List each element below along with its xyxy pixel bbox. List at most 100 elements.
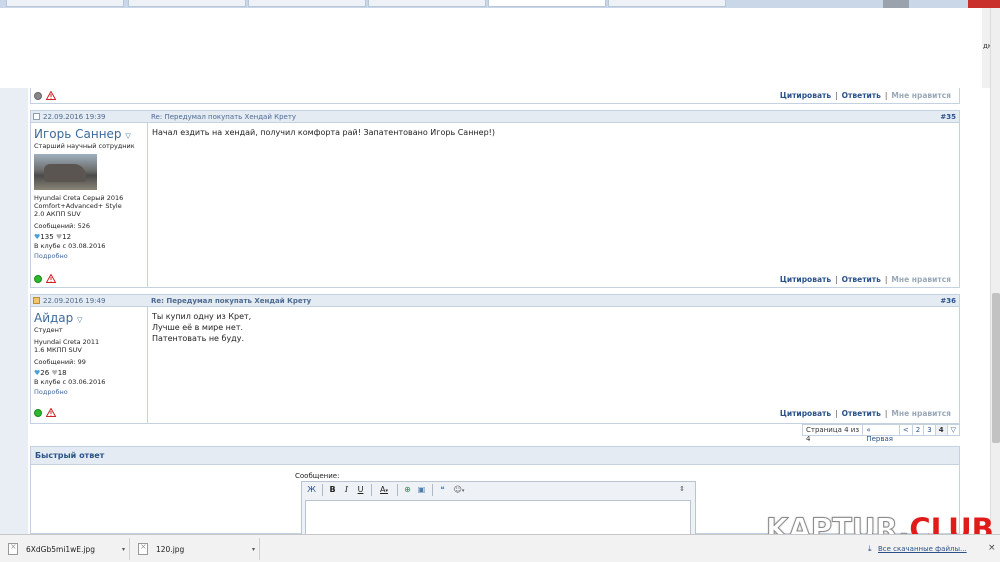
post-header: 22.09.2016 19:49 Re: Передумал покупать … xyxy=(31,295,959,307)
download-item[interactable]: 6XdGb5mi1wE.jpg ▾ xyxy=(0,538,130,560)
post-header: 22.09.2016 19:39 Re: Передумал покупать … xyxy=(31,111,959,123)
user-message-count: Сообщений: 526 xyxy=(34,222,90,230)
download-filename: 6XdGb5mi1wE.jpg xyxy=(26,544,96,554)
quick-reply-title: Быстрый ответ xyxy=(31,447,959,465)
insert-link-icon[interactable]: ⊕ xyxy=(401,484,414,496)
browser-tab[interactable] xyxy=(608,0,726,7)
all-downloads-link[interactable]: Все скачанные файлы... xyxy=(878,545,967,553)
download-options-icon[interactable]: ▾ xyxy=(252,546,255,553)
post-title: Re: Передумал покупать Хендай Крету xyxy=(151,113,297,121)
file-icon xyxy=(8,542,18,555)
editor-toolbar: Ж B I U A▾ ⊕ ▣ ❝ ☺▾ xyxy=(302,482,695,498)
italic-button[interactable]: I xyxy=(340,484,353,496)
reply-button[interactable]: Ответить xyxy=(842,409,881,418)
insert-quote-icon[interactable]: ❝ xyxy=(436,484,449,496)
page-info: Страница 4 из 4 xyxy=(803,425,864,443)
user-joined-date: В клубе с 03.06.2016 xyxy=(34,378,106,386)
post-date: 22.09.2016 19:39 xyxy=(43,113,106,121)
username-link[interactable]: Игорь Саннер ▽ xyxy=(34,127,144,141)
user-menu-caret-icon: ▽ xyxy=(77,316,83,324)
user-reputation: ♥26 ♥18 xyxy=(34,369,67,377)
scrollbar-thumb[interactable] xyxy=(992,293,1000,443)
page-3-link[interactable]: 3 xyxy=(924,425,936,435)
close-downloads-icon[interactable]: × xyxy=(988,543,996,553)
post-message: Ты купил одну из Крет, Лучше её в мире н… xyxy=(152,312,252,343)
underline-button[interactable]: U xyxy=(354,484,367,496)
like-button[interactable]: Мне нравится xyxy=(891,91,951,100)
online-status-icon xyxy=(34,275,42,283)
user-details-link[interactable]: Подробно xyxy=(34,388,144,396)
user-title: Старший научный сотрудник xyxy=(34,142,135,150)
report-warning-icon[interactable] xyxy=(46,91,56,100)
post-35: 22.09.2016 19:39 Re: Передумал покупать … xyxy=(30,110,960,288)
prev-page-link[interactable]: < xyxy=(899,425,913,435)
user-info-pane: Айдар ▽ Студент Hyundai Creta 2011 1.6 М… xyxy=(31,307,148,423)
report-warning-icon[interactable] xyxy=(46,274,56,283)
browser-tab-active[interactable] xyxy=(488,0,606,7)
user-joined-date: В клубе с 03.08.2016 xyxy=(34,242,106,250)
post-title: Re: Передумал покупать Хендай Крету xyxy=(151,297,312,305)
quote-button[interactable]: Цитировать xyxy=(780,91,831,100)
user-details-link[interactable]: Подробно xyxy=(34,252,144,260)
post-36: 22.09.2016 19:49 Re: Передумал покупать … xyxy=(30,294,960,424)
message-textarea[interactable] xyxy=(305,500,691,536)
page-scrollbar[interactable] xyxy=(990,8,1000,534)
current-page: 4 xyxy=(935,425,948,435)
user-title: Студент xyxy=(34,326,63,334)
first-page-link[interactable]: « Первая xyxy=(863,425,900,443)
text-color-button[interactable]: A▾ xyxy=(375,484,393,496)
quote-button[interactable]: Цитировать xyxy=(780,275,831,284)
user-info-pane: Игорь Саннер ▽ Старший научный сотрудник… xyxy=(31,123,148,287)
post-number-link[interactable]: #36 xyxy=(940,297,956,305)
user-message-count: Сообщений: 99 xyxy=(34,358,86,366)
download-arrow-icon: ⤓ xyxy=(868,544,872,553)
user-car-info: Hyundai Creta 2011 1.6 МКПП SUV xyxy=(34,338,100,354)
reply-button[interactable]: Ответить xyxy=(842,91,881,100)
toolbar-divider xyxy=(397,484,398,496)
smiley-menu-icon[interactable]: ☺▾ xyxy=(450,484,468,496)
post-read-icon xyxy=(33,113,40,120)
pagination: Страница 4 из 4 « Первая < 2 3 4 ▽ xyxy=(802,424,960,443)
online-status-icon xyxy=(34,409,42,417)
user-menu-caret-icon: ▽ xyxy=(125,132,131,140)
editor-resize-icon[interactable]: ⇕ xyxy=(679,485,685,493)
minimize-button[interactable] xyxy=(883,0,909,8)
page-2-link[interactable]: 2 xyxy=(912,425,925,435)
browser-tab[interactable] xyxy=(248,0,366,7)
user-reputation: ♥135 ♥12 xyxy=(34,233,72,241)
toolbar-divider xyxy=(322,484,323,496)
browser-tab-strip xyxy=(0,0,1000,8)
post-actions: Цитировать | Ответить | Мне нравится xyxy=(779,91,951,100)
post-number-link[interactable]: #35 xyxy=(940,113,956,121)
user-car-photo[interactable] xyxy=(34,154,97,190)
offline-status-icon xyxy=(34,92,42,100)
reply-button[interactable]: Ответить xyxy=(842,275,881,284)
username-link[interactable]: Айдар ▽ xyxy=(34,311,144,325)
browser-tab[interactable] xyxy=(128,0,246,7)
user-car-info: Hyundai Creta Серый 2016 Comfort+Advance… xyxy=(34,194,124,218)
post-actions: Цитировать | Ответить | Мне нравится xyxy=(779,409,951,418)
page-jump-menu-icon[interactable]: ▽ xyxy=(947,425,959,435)
downloads-bar: 6XdGb5mi1wE.jpg ▾ 120.jpg ▾ ⤓ Все скачан… xyxy=(0,534,1000,562)
download-options-icon[interactable]: ▾ xyxy=(122,546,125,553)
quote-button[interactable]: Цитировать xyxy=(780,409,831,418)
insert-image-icon[interactable]: ▣ xyxy=(415,484,428,496)
file-icon xyxy=(138,542,148,555)
bold-button[interactable]: B xyxy=(326,484,339,496)
like-button[interactable]: Мне нравится xyxy=(891,275,951,284)
report-warning-icon[interactable] xyxy=(46,408,56,417)
like-button[interactable]: Мне нравится xyxy=(891,409,951,418)
browser-tab[interactable] xyxy=(6,0,124,7)
post-new-icon xyxy=(33,297,40,304)
page-margin xyxy=(0,88,28,534)
message-editor: Ж B I U A▾ ⊕ ▣ ❝ ☺▾ ⇕ xyxy=(301,481,696,536)
toolbar-divider xyxy=(432,484,433,496)
redacted-area xyxy=(6,8,982,88)
message-label: Сообщение: xyxy=(295,472,340,480)
window-close-button[interactable] xyxy=(968,0,1000,8)
remove-format-icon[interactable]: Ж xyxy=(305,484,318,496)
previous-post-footer: Цитировать | Ответить | Мне нравится xyxy=(30,88,960,104)
post-date: 22.09.2016 19:49 xyxy=(43,297,106,305)
download-item[interactable]: 120.jpg ▾ xyxy=(130,538,260,560)
browser-tab[interactable] xyxy=(368,0,486,7)
